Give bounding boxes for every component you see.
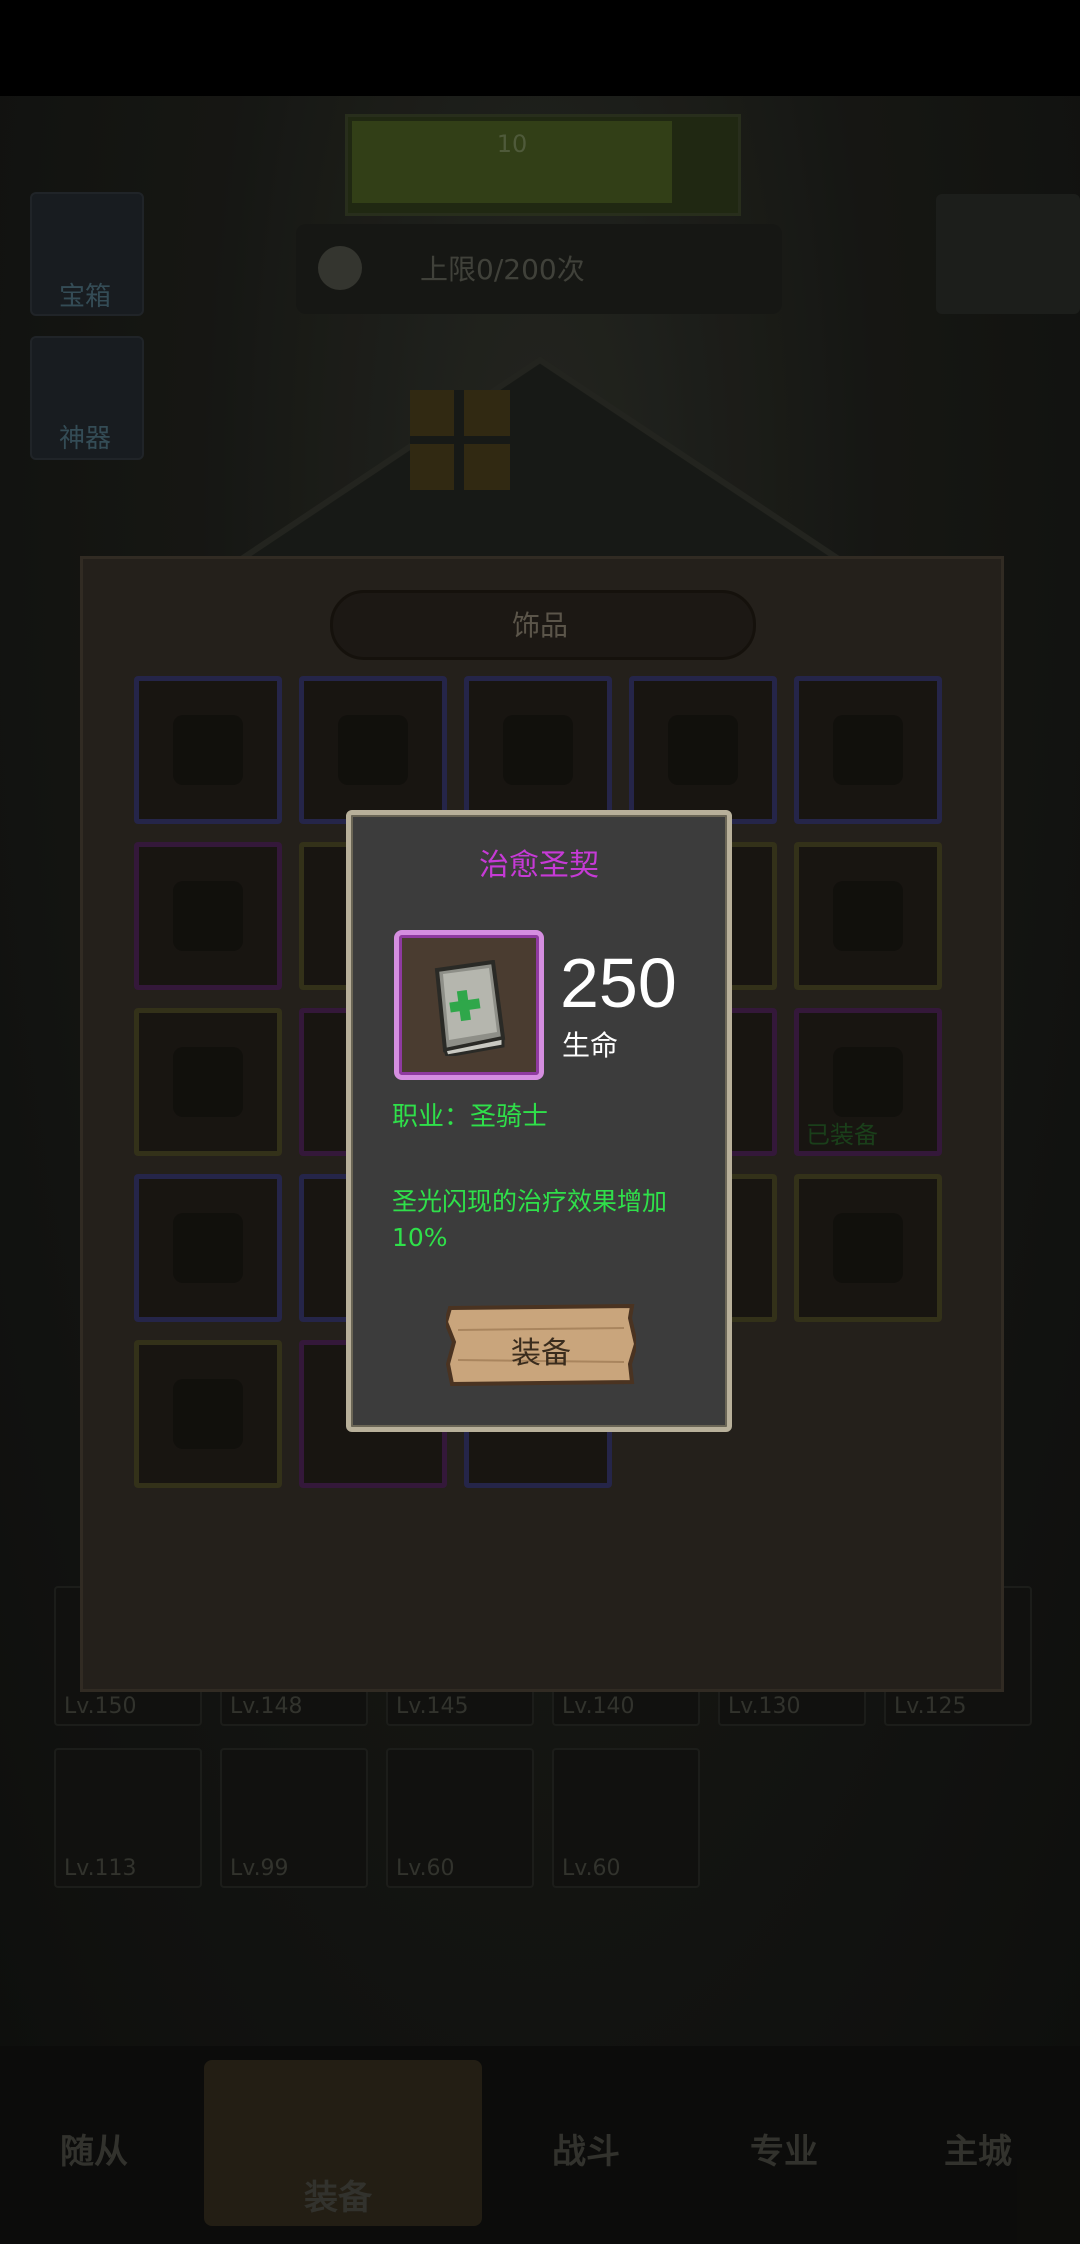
equip-button-label: 装备	[511, 1336, 571, 1371]
stat-name: 生命	[562, 1029, 619, 1062]
item-effect-description: 圣光闪现的治疗效果增加10%	[392, 1187, 668, 1252]
holy-book-icon	[434, 960, 506, 1056]
stat-value: 250	[560, 944, 677, 1022]
item-name: 治愈圣契	[479, 848, 599, 883]
class-requirement: 职业：圣骑士	[392, 1102, 549, 1132]
